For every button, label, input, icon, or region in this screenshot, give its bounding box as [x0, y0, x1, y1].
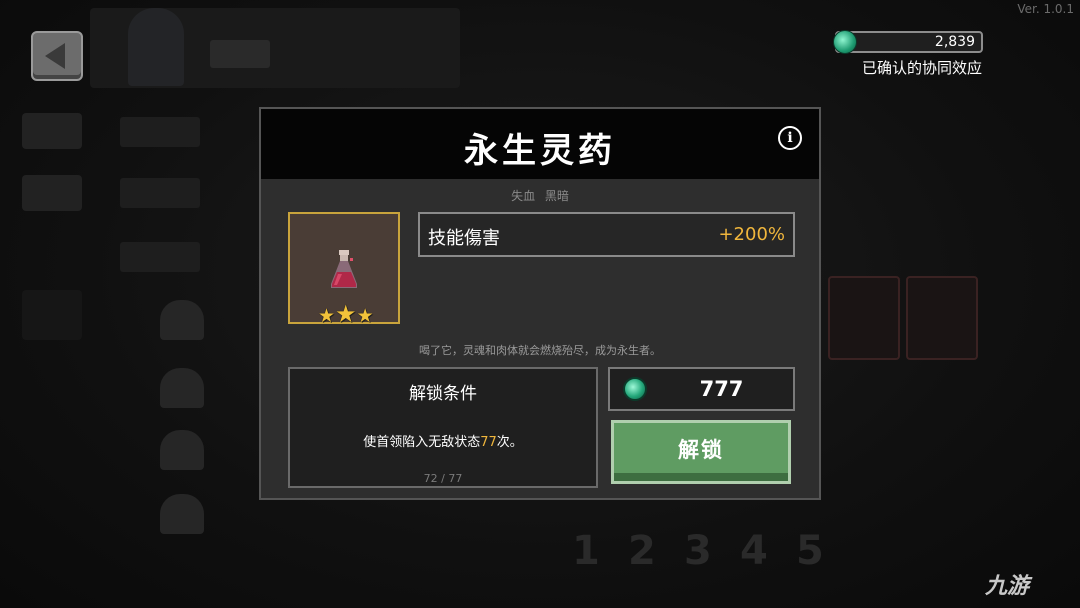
condition-text-before: 使首领陷入无敌状态	[363, 435, 481, 450]
background-side-tab	[22, 113, 82, 149]
unlock-button-label: 解锁	[678, 438, 724, 462]
rarity-stars: ★ ★ ★	[318, 302, 374, 327]
star-icon: ★	[318, 305, 336, 327]
background-list-row	[120, 178, 200, 208]
unlock-cost: 777	[608, 367, 795, 411]
unlock-button[interactable]: 解锁	[611, 420, 791, 484]
modal-header: 永生灵药 i	[261, 109, 819, 179]
background-side-tab	[22, 175, 82, 211]
unlock-condition-text: 使首领陷入无敌状态77次。	[290, 431, 596, 450]
background-item-slot	[906, 276, 978, 360]
stat-value: +200%	[718, 224, 785, 245]
star-icon: ★	[356, 305, 374, 327]
item-tag: 黑暗	[544, 189, 569, 203]
item-description: 喝了它，灵魂和肉体就会燃烧殆尽，成为永生者。	[419, 344, 661, 357]
condition-count: 77	[480, 435, 497, 450]
background-list-row	[120, 117, 200, 147]
potion-icon	[331, 250, 357, 288]
background-ghost-icon	[160, 368, 204, 408]
back-arrow-icon	[45, 43, 65, 69]
background-title-block	[210, 40, 270, 68]
back-button[interactable]	[31, 31, 83, 81]
background-item-slot	[828, 276, 900, 360]
unlock-condition-panel: 解锁条件 使首领陷入无敌状态77次。 72 / 77	[288, 367, 598, 488]
background-page-number: 2	[628, 528, 656, 574]
background-page-number: 3	[684, 528, 712, 574]
background-ghost-icon	[160, 494, 204, 534]
watermark-logo: 九游	[985, 574, 1030, 599]
cost-value: 777	[699, 377, 744, 401]
unlock-condition-title: 解锁条件	[409, 384, 477, 404]
confirmed-synergy-label[interactable]: 已确认的协同效应	[862, 57, 982, 78]
currency-bar: 2,839	[833, 30, 983, 54]
star-icon: ★	[335, 300, 357, 328]
green-gem-icon	[833, 30, 857, 54]
unlock-progress: 72 / 77	[423, 472, 463, 485]
item-tag: 失血	[511, 189, 536, 203]
item-tags: 失血 黑暗	[261, 187, 819, 204]
background-list-row	[120, 242, 200, 272]
background-page-number: 4	[740, 528, 768, 574]
item-icon-frame: ★ ★ ★	[288, 212, 400, 327]
background-page-number: 5	[796, 528, 824, 574]
background-ghost-icon	[160, 300, 204, 340]
info-icon[interactable]: i	[778, 126, 802, 150]
stat-name: 技能傷害	[428, 228, 500, 249]
stat-row: 技能傷害 +200%	[418, 212, 795, 257]
background-character-portrait	[128, 8, 184, 86]
currency-amount: 2,839	[934, 34, 975, 50]
item-detail-modal: 永生灵药 i 失血 黑暗 ★ ★ ★ 技能傷害 +200% 喝了它，灵魂和肉体就…	[259, 107, 821, 500]
background-ghost-icon	[160, 430, 204, 470]
condition-text-after: 次。	[496, 435, 523, 450]
background-side-tab	[22, 290, 82, 340]
background-page-number: 1	[572, 528, 600, 574]
version-label: Ver. 1.0.1	[1017, 2, 1074, 16]
item-title: 永生灵药	[464, 131, 616, 171]
